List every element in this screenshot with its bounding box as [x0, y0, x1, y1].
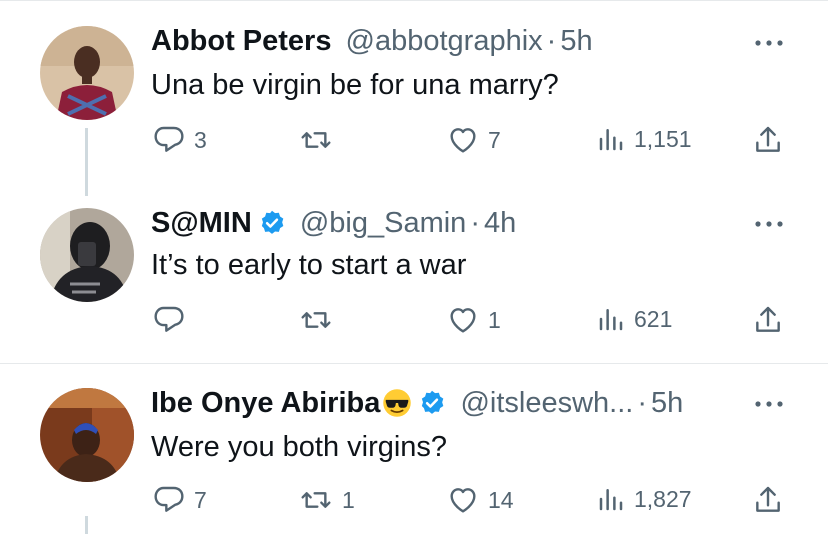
retweet-button[interactable] — [298, 304, 342, 336]
like-button[interactable]: 1 — [446, 304, 501, 336]
heart-icon — [450, 308, 476, 333]
retweet-button[interactable]: 1 — [298, 484, 355, 516]
retweet-icon — [301, 492, 331, 508]
tweet-text: Una be virgin be for una marry? — [151, 69, 559, 101]
like-count: 14 — [488, 486, 514, 513]
retweet-icon — [301, 132, 331, 148]
avatar[interactable] — [40, 208, 134, 302]
reply-icon — [154, 486, 184, 512]
tweet-text: It’s to early to start a war — [151, 249, 467, 281]
avatar[interactable] — [40, 388, 134, 482]
like-button[interactable]: 14 — [446, 484, 514, 516]
reply-tweet[interactable]: Ibe Onye Abiriba @itsleeswh... · 5h Were y… — [0, 364, 828, 534]
views-icon — [599, 129, 623, 151]
timestamp[interactable]: 5h — [651, 387, 683, 419]
thread-line — [85, 516, 88, 534]
reply-button[interactable] — [152, 304, 194, 336]
retweet-button[interactable] — [298, 124, 342, 156]
reply-count: 7 — [194, 486, 207, 513]
tweet-header: S@MIN @big_Samin · 4h — [151, 206, 516, 240]
timestamp[interactable]: 5h — [560, 25, 592, 57]
user-handle[interactable]: @big_Samin — [300, 207, 466, 239]
tweet-header: Ibe Onye Abiriba @itsleeswh... · 5h — [151, 386, 683, 420]
heart-icon — [450, 488, 476, 513]
display-name[interactable]: Abbot Peters — [151, 25, 331, 57]
view-count: 1,827 — [634, 485, 692, 512]
views-button[interactable]: 621 — [596, 304, 672, 334]
reply-count: 3 — [194, 126, 207, 153]
separator-dot: · — [637, 387, 647, 419]
like-button[interactable]: 7 — [446, 124, 501, 156]
views-icon — [599, 309, 623, 331]
timestamp[interactable]: 4h — [484, 207, 516, 239]
verified-badge-icon — [418, 389, 446, 417]
verified-badge-icon — [258, 209, 286, 237]
display-name[interactable]: S@MIN — [151, 207, 252, 239]
thread-line — [85, 128, 88, 196]
reply-button[interactable]: 7 — [152, 484, 207, 516]
views-button[interactable]: 1,151 — [596, 124, 692, 154]
heart-icon — [450, 128, 476, 153]
user-handle[interactable]: @abbotgraphix — [346, 25, 543, 57]
separator-dot: · — [546, 25, 557, 57]
reply-icon — [154, 306, 184, 332]
more-options-icon[interactable] — [752, 36, 786, 48]
reply-button[interactable]: 3 — [152, 124, 207, 156]
display-name[interactable]: Ibe Onye Abiriba — [151, 387, 380, 419]
tweet-header: Abbot Peters @abbotgraphix · 5h — [151, 24, 593, 58]
sunglasses-emoji-icon — [382, 388, 412, 418]
share-button[interactable] — [752, 304, 784, 336]
more-options-icon[interactable] — [752, 217, 786, 229]
view-count: 621 — [634, 305, 673, 332]
share-icon — [756, 306, 780, 332]
separator-dot: · — [470, 207, 480, 239]
avatar[interactable] — [40, 26, 134, 120]
more-options-icon[interactable] — [752, 397, 786, 409]
tweet-text: Were you both virgins? — [151, 431, 448, 463]
views-button[interactable]: 1,827 — [596, 484, 692, 514]
reply-tweet[interactable]: Abbot Peters @abbotgraphix · 5h Una be vir… — [0, 0, 828, 200]
reply-icon — [154, 126, 184, 152]
views-icon — [599, 489, 623, 511]
share-icon — [756, 126, 780, 152]
retweet-icon — [301, 312, 331, 328]
like-count: 1 — [488, 306, 501, 333]
reply-tweet[interactable]: S@MIN @big_Samin · 4h It’s to early to sta… — [0, 200, 828, 363]
share-button[interactable] — [752, 484, 784, 516]
share-button[interactable] — [752, 124, 784, 156]
user-handle[interactable]: @itsleeswh... — [460, 387, 633, 419]
like-count: 7 — [488, 126, 501, 153]
share-icon — [756, 486, 780, 512]
view-count: 1,151 — [634, 125, 692, 152]
retweet-count: 1 — [342, 486, 355, 513]
